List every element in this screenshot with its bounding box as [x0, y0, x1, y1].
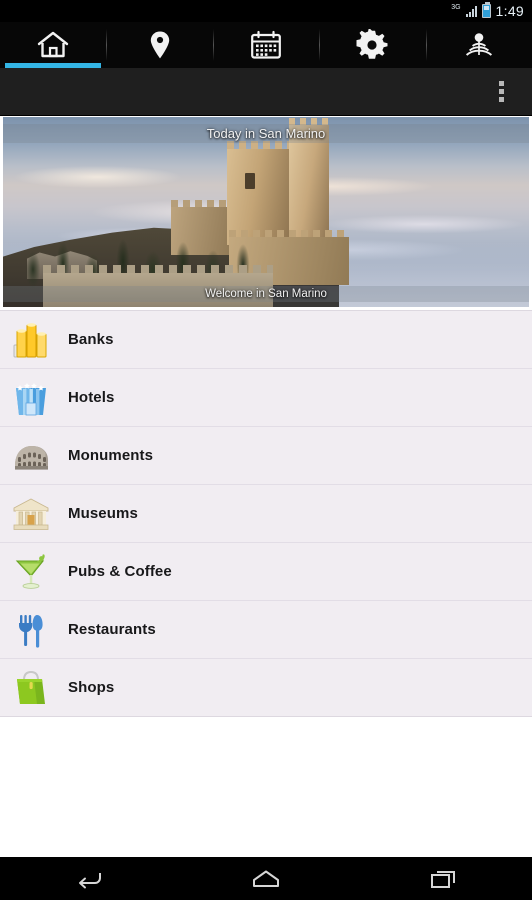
- category-list: Banks Hotels Monuments Museums Pubs & Co…: [0, 310, 532, 717]
- hero-banner[interactable]: Today in San Marino Welcome in San Marin…: [3, 117, 529, 307]
- list-item-museums[interactable]: Museums: [0, 485, 532, 543]
- banner-caption: Welcome in San Marino: [3, 286, 529, 302]
- list-item-label: Pubs & Coffee: [68, 563, 172, 580]
- overflow-menu-icon[interactable]: [491, 75, 512, 108]
- list-item-label: Shops: [68, 679, 115, 696]
- list-item-pubs-coffee[interactable]: Pubs & Coffee: [0, 543, 532, 601]
- radar-icon: [463, 29, 495, 61]
- list-item-label: Museums: [68, 505, 138, 522]
- banks-coins-icon: [8, 317, 54, 363]
- gear-icon: [356, 29, 388, 61]
- colosseum-icon: [8, 433, 54, 479]
- museum-columns-icon: [8, 491, 54, 537]
- list-item-monuments[interactable]: Monuments: [0, 427, 532, 485]
- tab-settings[interactable]: [319, 22, 425, 68]
- list-item-label: Restaurants: [68, 621, 156, 638]
- list-item-shops[interactable]: Shops: [0, 659, 532, 717]
- tab-map[interactable]: [106, 22, 212, 68]
- fortress-tower: [289, 118, 329, 247]
- home-nav-icon[interactable]: [226, 857, 306, 900]
- map-pin-icon: [149, 30, 171, 60]
- battery-icon: [481, 2, 491, 18]
- list-item-restaurants[interactable]: Restaurants: [0, 601, 532, 659]
- tab-events[interactable]: [212, 22, 319, 68]
- network-type-label: 3G: [451, 3, 461, 11]
- status-bar: 3G 1:49: [0, 0, 532, 22]
- fork-knife-icon: [8, 607, 54, 653]
- recent-apps-icon[interactable]: [403, 857, 483, 900]
- list-item-banks[interactable]: Banks: [0, 311, 532, 369]
- status-clock: 1:49: [495, 3, 524, 19]
- home-icon: [36, 30, 70, 60]
- banner-title: Today in San Marino: [3, 124, 529, 143]
- app-screen: 3G 1:49 Today in San Marino Welcome in S…: [0, 0, 532, 900]
- banner-photo: [3, 117, 529, 307]
- tab-home[interactable]: [0, 22, 106, 68]
- list-item-label: Banks: [68, 331, 114, 348]
- tab-radar[interactable]: [425, 22, 532, 68]
- list-item-label: Monuments: [68, 447, 154, 464]
- system-navigation-bar: [0, 857, 532, 900]
- hotel-building-icon: [8, 375, 54, 421]
- empty-area: [0, 718, 532, 858]
- calendar-icon: [250, 30, 282, 60]
- back-arrow-icon[interactable]: [49, 857, 129, 900]
- signal-3g-icon: [465, 5, 477, 17]
- action-bar: [0, 68, 532, 116]
- shopping-bag-icon: [8, 665, 54, 711]
- list-item-hotels[interactable]: Hotels: [0, 369, 532, 427]
- tab-bar: [0, 22, 532, 68]
- cocktail-glass-icon: [8, 549, 54, 595]
- list-item-label: Hotels: [68, 389, 115, 406]
